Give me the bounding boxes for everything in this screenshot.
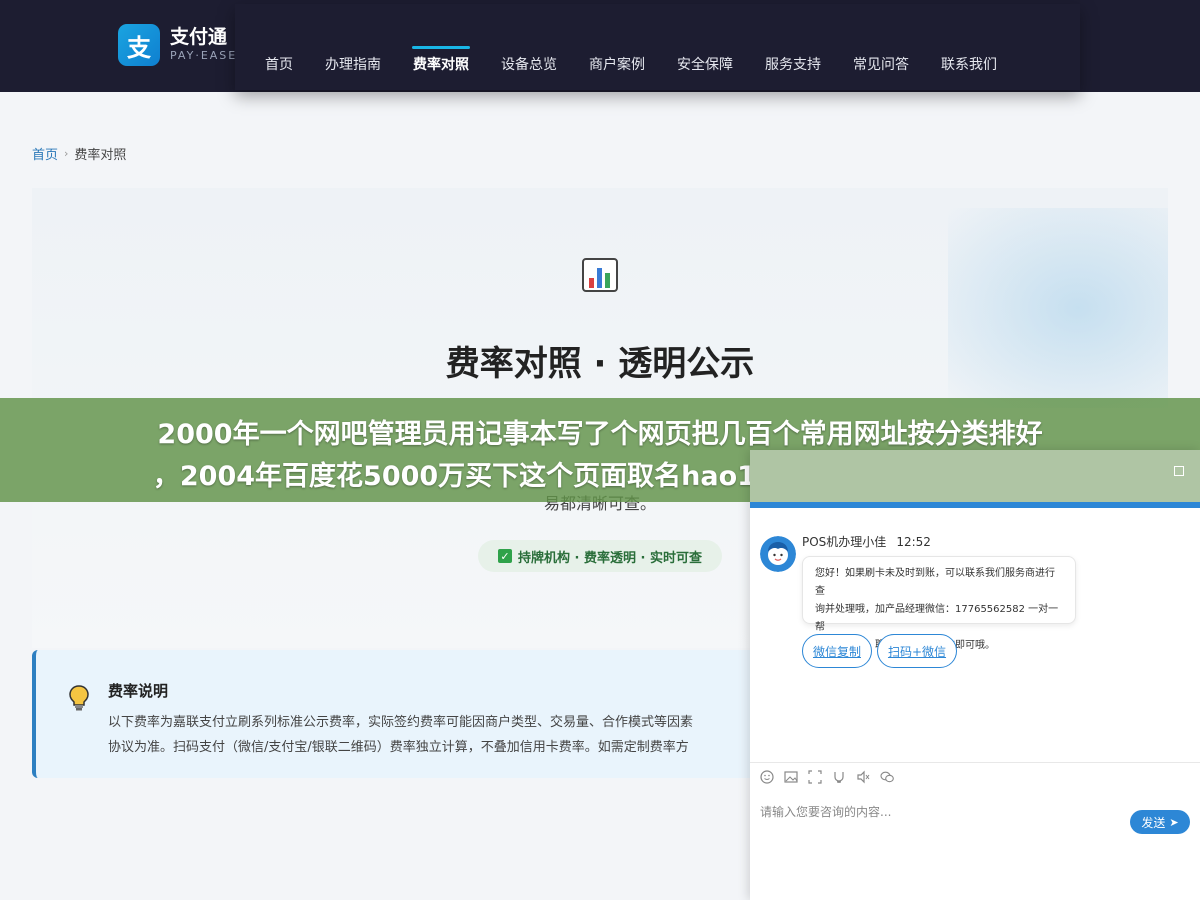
agent-message: 您好！如果刷卡未及时到账，可以联系我们服务商进行查 询并处理哦，加产品经理微信：… <box>802 556 1076 651</box>
fee-note-title: 费率说明 <box>108 682 169 700</box>
nav-contact[interactable]: 联系我们 <box>941 54 997 74</box>
fee-note: 费率说明 以下费率为嘉联支付立刷系列标准公示费率，实际签约费率可能因商户类型、交… <box>32 650 752 778</box>
breadcrumb-current: 费率对照 <box>74 148 127 163</box>
nav-faq[interactable]: 常见问答 <box>853 54 909 74</box>
bar-chart-icon <box>582 258 618 292</box>
nav-rates[interactable]: 费率对照 <box>412 46 470 74</box>
fee-note-line-1: 以下费率为嘉联支付立刷系列标准公示费率，实际签约费率可能因商户类型、交易量、合作… <box>108 715 694 730</box>
chat-header <box>750 450 1200 508</box>
nav-cases[interactable]: 商户案例 <box>589 54 645 74</box>
main-nav-panel: 首页 办理指南 费率对照 设备总览 商户案例 安全保障 服务支持 常见问答 联系… <box>235 4 1080 90</box>
nav-support[interactable]: 服务支持 <box>765 54 821 74</box>
logo-subtitle: PAY·EASE <box>170 49 238 62</box>
logo-text: 支付通 PAY·EASE <box>170 26 237 64</box>
checkbox-icon: ✓ <box>498 549 512 563</box>
scan-wechat-button[interactable]: 扫码+微信 <box>877 634 957 668</box>
chat-header-accent <box>750 502 1200 508</box>
logo-badge: 支 <box>118 24 160 66</box>
image-icon[interactable] <box>784 770 798 784</box>
chat-widget: POS机办理小佳 12:52 您好！如果刷卡未及时到账，可以联系我们服务商进行查 … <box>750 450 1200 900</box>
nav-security[interactable]: 安全保障 <box>677 54 733 74</box>
lightbulb-icon <box>69 685 89 711</box>
nav-guide[interactable]: 办理指南 <box>325 54 381 74</box>
agent-avatar <box>760 536 796 572</box>
maximize-icon[interactable] <box>1174 466 1184 476</box>
breadcrumb-home[interactable]: 首页 <box>32 144 58 163</box>
agent-name-text: POS机办理小佳 <box>802 535 887 549</box>
wechat-icon[interactable] <box>880 770 894 784</box>
copy-wechat-button[interactable]: 微信复制 <box>802 634 872 668</box>
send-button-label: 发送 <box>1141 815 1166 830</box>
breadcrumb-separator: › <box>64 147 69 160</box>
breadcrumb: 首页 › 费率对照 <box>32 144 126 163</box>
message-line-1: 您好！如果刷卡未及时到账，可以联系我们服务商进行查 <box>815 568 1055 597</box>
screenshot-icon[interactable] <box>808 770 822 784</box>
main-nav: 首页 办理指南 费率对照 设备总览 商户案例 安全保障 服务支持 常见问答 联系… <box>265 46 1029 74</box>
send-button[interactable]: 发送 ➤ <box>1130 810 1190 834</box>
message-line-2: 询并处理哦，加产品经理微信：17765562582 一对一帮 <box>815 604 1059 633</box>
trust-badge-text: 持牌机构 · 费率透明 · 实时可查 <box>518 550 702 566</box>
fee-note-text: 以下费率为嘉联支付立刷系列标准公示费率，实际签约费率可能因商户类型、交易量、合作… <box>108 710 748 760</box>
site-logo[interactable]: 支 支付通 PAY·EASE <box>118 24 237 66</box>
chat-toolbar <box>760 770 904 784</box>
chat-divider <box>750 762 1200 763</box>
chat-input[interactable] <box>760 800 1120 824</box>
trust-badge: ✓ 持牌机构 · 费率透明 · 实时可查 <box>478 540 722 572</box>
voice-icon[interactable] <box>856 770 870 784</box>
agent-name: POS机办理小佳 12:52 <box>802 533 931 550</box>
nav-devices[interactable]: 设备总览 <box>501 54 557 74</box>
message-time: 12:52 <box>896 535 931 549</box>
banner-line-1: 2000年一个网吧管理员用记事本写了个网页把几百个常用网址按分类排好 <box>157 419 1043 450</box>
page-title: 费率对照 · 透明公示 <box>445 344 755 384</box>
send-arrow-icon: ➤ <box>1169 815 1179 829</box>
emoji-icon[interactable] <box>760 770 774 784</box>
logo-name: 支付通 <box>170 26 228 48</box>
fee-note-line-2: 协议为准。扫码支付（微信/支付宝/银联二维码）费率独立计算，不叠加信用卡费率。如… <box>108 740 689 755</box>
rate-icon[interactable] <box>832 770 846 784</box>
nav-home[interactable]: 首页 <box>265 54 293 74</box>
